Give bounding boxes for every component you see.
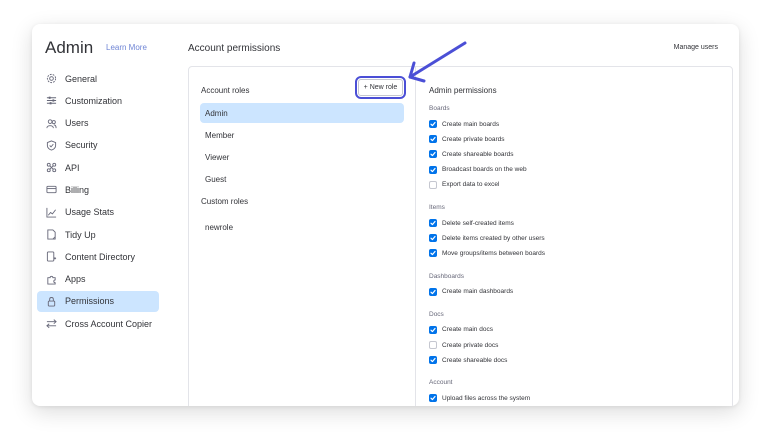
permission-broadcast-boards-on-the-web[interactable]: Broadcast boards on the web [429,165,527,174]
permission-checkbox[interactable] [429,135,437,144]
manage-users-link[interactable]: Manage users [674,44,718,51]
permission-create-main-docs[interactable]: Create main docs [429,325,493,334]
permission-label: Broadcast boards on the web [442,166,527,174]
permission-delete-items-created-by-other-users[interactable]: Delete items created by other users [429,234,545,243]
permission-label: Create main docs [442,326,493,334]
custom-roles-title: Custom roles [201,197,249,206]
permission-label: Create main boards [442,120,500,128]
role-item-viewer[interactable]: Viewer [200,147,404,167]
permission-label: Move groups/items between boards [442,249,545,257]
sidebar-item-label: Customization [65,95,123,106]
permission-move-groups-items-between-boards[interactable]: Move groups/items between boards [429,249,545,258]
permission-label: Create shareable docs [442,356,508,364]
sidebar-item-tidy-up[interactable]: Tidy Up [37,224,159,245]
sidebar-item-label: Cross Account Copier [65,318,153,329]
sidebar-item-usage-stats[interactable]: Usage Stats [37,202,159,223]
permission-label: Create private docs [442,341,499,349]
permission-create-private-docs[interactable]: Create private docs [429,341,498,349]
permission-label: Delete self-created items [442,219,514,227]
admin-permissions-title: Admin permissions [429,86,497,95]
permission-label: Create shareable boards [442,150,514,158]
sidebar-item-api[interactable]: API [37,157,159,178]
permission-label: Create private boards [442,135,505,143]
permission-checkbox[interactable] [429,325,437,334]
content-directory-icon [45,251,57,263]
permission-checkbox[interactable] [429,120,437,128]
permission-label: Create main dashboards [442,288,514,296]
sidebar-item-cross-account-copier[interactable]: Cross Account Copier [37,313,159,334]
users-icon [45,117,57,129]
lock-icon [45,295,57,307]
custom-role-item-newrole[interactable]: newrole [200,217,404,237]
permission-checkbox[interactable] [429,394,437,403]
learn-more-link[interactable]: Learn More [106,43,147,52]
sidebar-item-label: Usage Stats [65,207,115,218]
api-icon [45,162,57,174]
sidebar-item-label: Content Directory [65,251,136,262]
new-role-button[interactable]: + New role [355,76,406,99]
admin-sidebar: General Customization Users Security API Bill… [37,68,159,336]
permission-create-main-dashboards[interactable]: Create main dashboards [429,287,514,296]
permission-checkbox[interactable] [429,219,437,227]
permission-label: Delete items created by other users [442,234,545,242]
sliders-icon [45,95,57,107]
permission-create-shareable-boards[interactable]: Create shareable boards [429,150,514,159]
permission-group-account: Account [429,379,453,387]
sidebar-item-apps[interactable]: Apps [37,269,159,290]
sidebar-item-label: General [65,73,98,84]
tidy-up-icon [45,229,57,241]
account-roles-title: Account roles [201,86,250,95]
permission-export-data-to-excel[interactable]: Export data to excel [429,180,500,189]
sidebar-item-users[interactable]: Users [37,113,159,134]
admin-window: Admin Learn More General Customization Use… [32,24,739,406]
sidebar-item-customization[interactable]: Customization [37,90,159,111]
admin-title: Admin [45,38,94,57]
chart-line-icon [45,206,57,218]
sidebar-item-label: Permissions [65,296,115,307]
permission-group-items: Items [429,204,445,211]
page-title: Account permissions [188,43,281,54]
gear-icon [45,73,57,85]
sidebar-item-security[interactable]: Security [37,135,159,156]
sidebar-item-label: API [65,162,80,173]
apps-puzzle-icon [45,273,57,285]
permission-group-dashboards: Dashboards [429,272,465,280]
permission-label: Upload files across the system [442,394,531,402]
billing-card-icon [45,184,57,196]
sidebar-item-label: Security [65,140,98,151]
permission-create-shareable-docs[interactable]: Create shareable docs [429,356,508,365]
shield-icon [45,139,57,151]
role-item-guest[interactable]: Guest [200,169,404,189]
transfer-arrows-icon [45,318,57,330]
sidebar-item-general[interactable]: General [37,68,159,89]
permission-checkbox[interactable] [429,180,437,189]
sidebar-item-label: Billing [65,184,90,195]
sidebar-item-label: Users [65,118,89,129]
permission-checkbox[interactable] [429,249,437,258]
role-item-admin[interactable]: Admin [200,103,404,123]
permission-checkbox[interactable] [429,234,437,243]
permission-create-main-boards[interactable]: Create main boards [429,120,499,128]
permission-checkbox[interactable] [429,150,437,159]
permission-group-boards: Boards [429,105,450,112]
permission-checkbox[interactable] [429,165,437,174]
sidebar-item-label: Apps [65,274,86,285]
permission-label: Export data to excel [442,181,500,189]
account-roles-column: Account roles + New role Custom roles Ad… [189,67,416,406]
permissions-panel: Account roles + New role Custom roles Ad… [188,66,733,406]
sidebar-item-billing[interactable]: Billing [37,179,159,200]
sidebar-item-label: Tidy Up [65,229,96,240]
permission-delete-self-created-items[interactable]: Delete self-created items [429,219,514,227]
permission-group-docs: Docs [429,310,444,318]
permission-upload-files-across-the-system[interactable]: Upload files across the system [429,394,531,403]
permission-checkbox[interactable] [429,287,437,296]
role-item-member[interactable]: Member [200,125,404,145]
sidebar-item-permissions[interactable]: Permissions [37,290,159,312]
permission-create-private-boards[interactable]: Create private boards [429,135,505,144]
permission-checkbox[interactable] [429,356,437,365]
sidebar-item-content-directory[interactable]: Content Directory [37,246,159,267]
permission-checkbox[interactable] [429,341,437,349]
